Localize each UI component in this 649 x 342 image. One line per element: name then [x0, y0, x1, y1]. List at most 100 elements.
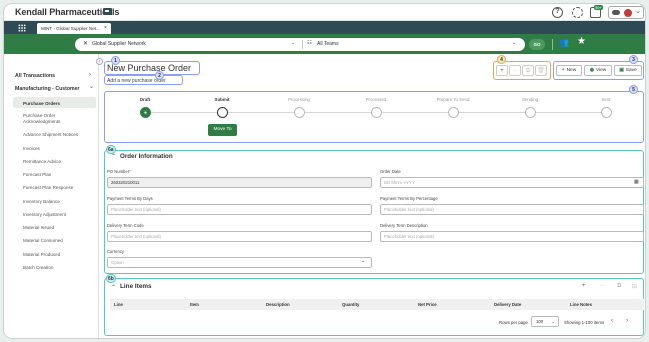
company-switch-icon[interactable] [103, 8, 112, 15]
sidebar-item[interactable]: Purchase Orders [23, 101, 93, 107]
new-button-label: New [566, 68, 577, 73]
plus-icon: + [561, 68, 565, 73]
step-label: Processing [288, 97, 310, 102]
eye-icon: ◉ [589, 68, 594, 73]
step-marker[interactable] [525, 107, 536, 118]
payment-terms-days-field[interactable]: Placeholder text (optional) [107, 204, 372, 215]
column-header[interactable]: Quantity [342, 302, 359, 307]
sidebar-item[interactable]: Remittance Advice [23, 159, 93, 165]
app-grid-icon[interactable] [18, 24, 26, 32]
order-information-title: Order Information [120, 153, 173, 160]
tab-strip: MINT - Global Supplier Net... × [4, 21, 645, 34]
view-button[interactable]: ◉ View [584, 65, 612, 76]
delivery-term-description-field[interactable]: Placeholder text (optional) [380, 231, 644, 242]
annotation-badge-1: 1 [111, 56, 120, 65]
column-header[interactable]: Description [266, 302, 290, 307]
sidebar-item[interactable]: Batch Creation [23, 265, 93, 271]
delete-icon[interactable]: ⊟ [632, 283, 637, 290]
network-team-selector[interactable]: ✕ Global Supplier Network ⌄ ☷ All Teams … [75, 38, 525, 51]
tab-mint[interactable]: MINT - Global Supplier Net... [37, 23, 111, 34]
notification-count: 99+ [594, 5, 603, 10]
add-line-icon[interactable]: + [582, 283, 586, 289]
po-number-field[interactable]: 260320210011 [107, 177, 372, 188]
chevron-right-icon[interactable]: › [89, 72, 91, 78]
avatar [624, 9, 632, 17]
chevron-down-icon[interactable]: ⌄ [291, 40, 295, 46]
copy-icon[interactable]: ⧉ [617, 283, 621, 290]
new-button[interactable]: + New [556, 65, 582, 76]
tab-label: MINT - Global Supplier Net... [41, 26, 100, 31]
step-label: Sent [601, 97, 611, 102]
annotation-badge-3: 3 [629, 55, 638, 64]
column-header[interactable]: Net Price [418, 302, 437, 307]
chevron-up-icon[interactable]: ⌃ [111, 153, 116, 160]
save-button-label: Save [625, 68, 637, 73]
minus-icon[interactable]: − [509, 65, 521, 76]
payment-terms-percentage-label: Payment Terms By Percentage [380, 196, 438, 201]
column-header[interactable]: Line [114, 302, 123, 307]
chevron-down-icon[interactable]: ⌄ [89, 83, 94, 90]
prev-page-icon[interactable]: ‹ [611, 318, 613, 324]
go-button[interactable]: GO [529, 39, 545, 50]
sidebar-section-all-transactions[interactable]: All Transactions [15, 73, 55, 79]
remove-line-icon[interactable]: − [600, 283, 604, 289]
next-page-icon[interactable]: › [626, 318, 628, 324]
annotation-badge-6b: 6b [106, 274, 116, 283]
annotation-badge-6a: 6a [106, 145, 116, 154]
step-label: Sending [521, 97, 539, 102]
divider [302, 40, 303, 49]
delete-icon[interactable]: 🗑 [535, 65, 547, 76]
network-select-value[interactable]: Global Supplier Network [92, 41, 146, 47]
chevron-down-icon[interactable]: ⌄ [512, 40, 516, 46]
star-icon[interactable]: ★ [577, 36, 586, 47]
step-marker[interactable] [371, 107, 382, 118]
rows-per-page-select[interactable]: 100 ⌄ [531, 316, 559, 327]
delivery-term-code-field[interactable]: Placeholder text (optional) [107, 231, 372, 242]
sidebar-section-manufacturing[interactable]: Manufacturing - Customer [15, 86, 80, 92]
step-marker[interactable] [601, 107, 612, 118]
order-date-field[interactable]: DD Mmm YYYY [380, 177, 644, 188]
column-header[interactable]: Line Notes [570, 302, 592, 307]
save-button[interactable]: ▣ Save [614, 65, 642, 76]
step-marker[interactable]: ● [140, 107, 151, 118]
copy-icon[interactable]: ⧉ [522, 65, 534, 76]
sidebar-item[interactable]: Inventory Balance [23, 199, 93, 205]
move-to-button[interactable]: Move To [208, 124, 237, 136]
sidebar-item[interactable]: Forecast Plan [23, 172, 93, 178]
sidebar-item[interactable]: Material Produced [23, 252, 93, 258]
column-header[interactable]: Item [190, 302, 199, 307]
sidebar-item[interactable]: Inventory Adjustment [23, 212, 93, 218]
profile-menu[interactable]: ⌄ [608, 6, 644, 19]
network-icon: ✕ [83, 41, 89, 47]
chevron-up-icon[interactable]: ⌃ [111, 284, 116, 291]
sidebar-item[interactable]: Forecast Plan Response [23, 185, 93, 191]
delivery-term-code-label: Delivery Term Code [107, 223, 144, 228]
sidebar: All Transactions › Manufacturing - Custo… [4, 54, 103, 338]
line-items-title: Line Items [120, 283, 152, 290]
support-icon[interactable] [572, 7, 583, 18]
payment-terms-days-label: Payment Terms By Days [107, 196, 153, 201]
team-select-value[interactable]: All Teams [317, 41, 339, 47]
sidebar-item[interactable]: Material Consumed [23, 238, 93, 244]
step-marker[interactable] [217, 107, 228, 118]
help-icon[interactable]: ? [552, 7, 563, 18]
column-header[interactable]: Delivery Date [494, 302, 521, 307]
sidebar-item[interactable]: Material Issued [23, 225, 93, 231]
calendar-icon[interactable]: ▦ [634, 179, 639, 185]
cloud-icon [612, 10, 620, 15]
chevron-down-icon: ⌄ [551, 319, 555, 324]
step-marker[interactable] [294, 107, 305, 118]
chevron-down-icon[interactable]: ⌄ [361, 258, 365, 264]
sidebar-item[interactable]: Purchase Order Acknowledgments [23, 113, 93, 125]
people-icon[interactable]: 👥 [559, 38, 569, 47]
main-content: 1 New Purchase Order 2 Add a new purchas… [100, 54, 645, 338]
sidebar-item[interactable]: Invoices [23, 146, 93, 152]
plus-icon[interactable]: + [496, 65, 508, 76]
sidebar-item[interactable]: Advance Shipment Notices [23, 132, 93, 138]
step-marker[interactable] [448, 107, 459, 118]
divider [552, 39, 553, 50]
collapse-sidebar-icon[interactable]: ‹ [96, 58, 103, 65]
payment-terms-percentage-field[interactable]: Placeholder text (optional) [380, 204, 644, 215]
currency-select[interactable]: Option [107, 257, 372, 268]
close-icon[interactable]: × [104, 23, 107, 34]
